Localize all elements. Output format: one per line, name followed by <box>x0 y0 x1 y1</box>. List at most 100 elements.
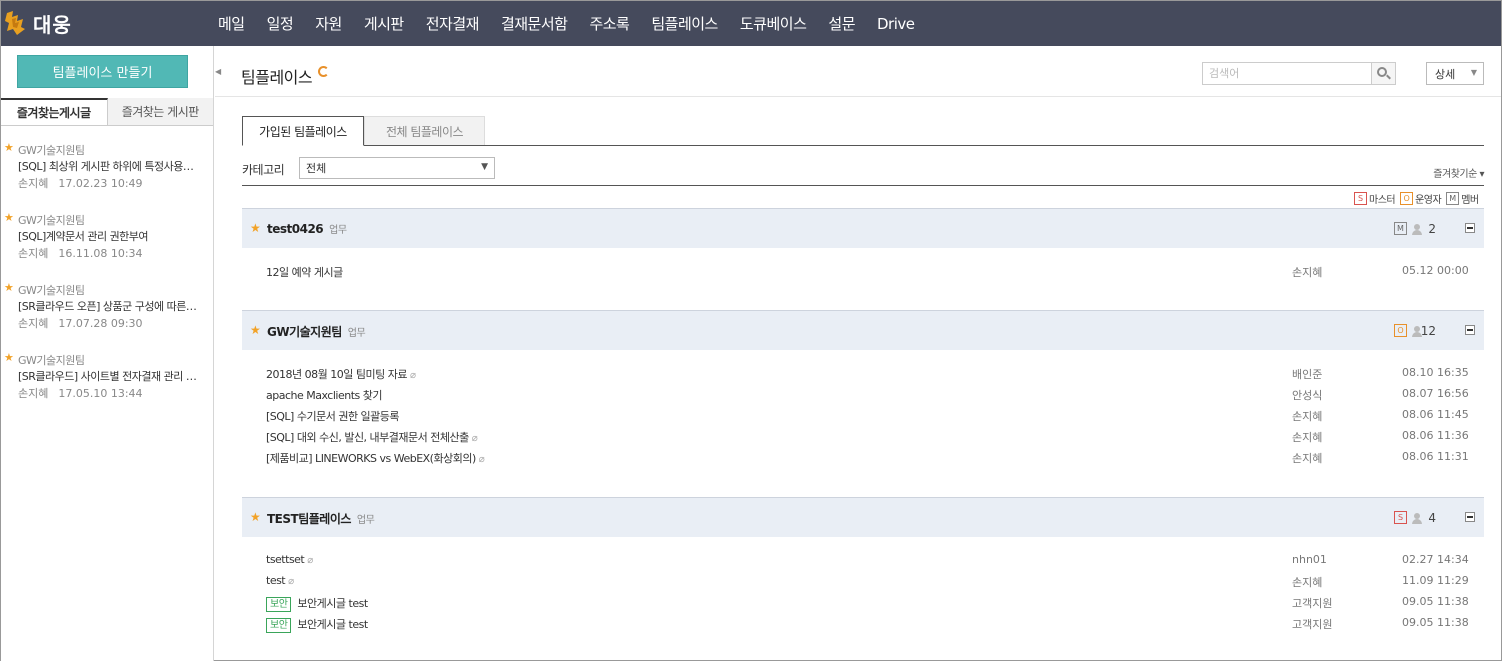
company-logo[interactable]: 대웅 <box>3 7 72 39</box>
star-icon[interactable]: ★ <box>250 510 261 524</box>
workspace-name[interactable]: test0426 업무 <box>267 221 347 236</box>
post-author: 안성식 <box>1292 389 1323 402</box>
list-item[interactable]: ★ GW기술지원팀 [SQL]계약문서 관리 권한부여 손지혜 16.11.08 … <box>1 208 213 278</box>
workspace-type: 업무 <box>356 515 375 526</box>
workspace-section: ★ GW기술지원팀 업무 O 12 2018년 08월 10일 팀미팅 자료 ⌀ 배… <box>242 310 1484 497</box>
star-icon[interactable]: ★ <box>4 211 14 224</box>
post-date: 08.06 11:36 <box>1402 429 1469 442</box>
list-item[interactable]: 보안 보안게시글 test 고객지원 09.05 11:38 <box>242 592 1484 613</box>
post-title[interactable]: [SQL] 대외 수신, 발신, 내부결재문서 전체산출 ⌀ <box>266 429 478 445</box>
post-author: 손지혜 <box>1292 452 1323 465</box>
workspace-name[interactable]: GW기술지원팀 업무 <box>267 323 366 340</box>
list-item[interactable]: test ⌀ 손지혜 11.09 11:29 <box>242 571 1484 592</box>
nav-teamplace[interactable]: 팀플레이스 <box>651 13 718 34</box>
search-input[interactable] <box>1203 63 1372 84</box>
star-icon[interactable]: ★ <box>4 281 14 294</box>
tab-joined-teamplace[interactable]: 가입된 팀플레이스 <box>242 116 364 146</box>
sort-label: 즐겨찾기순 <box>1433 169 1477 180</box>
list-item[interactable]: [SQL] 대외 수신, 발신, 내부결재문서 전체산출 ⌀ 손지혜 08.06 … <box>242 426 1484 447</box>
tab-favorite-posts[interactable]: 즐겨찾는게시글 <box>1 98 108 125</box>
fav-date: 17.07.28 09:30 <box>58 317 143 330</box>
chevron-down-icon: ▼ <box>481 162 488 172</box>
sort-dropdown[interactable]: 즐겨찾기순 ▾ <box>1433 165 1484 180</box>
star-icon[interactable]: ★ <box>4 141 14 154</box>
create-teamplace-button[interactable]: 팀플레이스 만들기 <box>17 55 188 88</box>
post-title[interactable]: test ⌀ <box>266 574 294 587</box>
post-title[interactable]: 보안 보안게시글 test <box>266 616 368 633</box>
nav-approval[interactable]: 전자결재 <box>426 13 480 34</box>
post-author: 손지혜 <box>1292 410 1323 423</box>
nav-board[interactable]: 게시판 <box>364 13 404 34</box>
collapse-icon[interactable] <box>1465 325 1475 335</box>
search-button[interactable] <box>1371 63 1395 84</box>
star-icon[interactable]: ★ <box>250 323 261 337</box>
list-item[interactable]: 2018년 08월 10일 팀미팅 자료 ⌀ 배인준 08.10 16:35 <box>242 363 1484 384</box>
nav-docubase[interactable]: 도큐베이스 <box>740 13 807 34</box>
workspace-header: ★ TEST팀플레이스 업무 S 4 <box>242 497 1484 537</box>
tab-favorite-boards[interactable]: 즐겨찾는 게시판 <box>107 98 213 125</box>
post-title[interactable]: 12일 예약 게시글 <box>266 264 343 280</box>
post-author: nhn01 <box>1292 553 1327 566</box>
nav-address-book[interactable]: 주소록 <box>589 13 629 34</box>
brand-name: 대웅 <box>33 12 72 37</box>
fav-post-title[interactable]: [SR클라우드 오픈] 상품군 구성에 따른 … <box>18 298 198 314</box>
list-item[interactable]: [제품비교] LINEWORKS vs WebEX(화상회의) ⌀ 손지혜 08.… <box>242 447 1484 468</box>
post-title[interactable]: 2018년 08월 10일 팀미팅 자료 ⌀ <box>266 366 416 382</box>
nav-schedule[interactable]: 일정 <box>267 13 294 34</box>
nav-mail[interactable]: 메일 <box>218 13 245 34</box>
member-badge-icon: M <box>1446 191 1460 205</box>
list-item[interactable]: 보안 보안게시글 test 고객지원 09.05 11:38 <box>242 613 1484 634</box>
post-author: 손지혜 <box>1292 266 1323 279</box>
collapse-icon[interactable] <box>1465 223 1475 233</box>
list-item[interactable]: ★ GW기술지원팀 [SR클라우드] 사이트별 전자결재 관리 … 손지혜 17.… <box>1 348 213 418</box>
workspace-name[interactable]: TEST팀플레이스 업무 <box>267 510 375 527</box>
fav-date: 16.11.08 10:34 <box>58 247 143 260</box>
favorites-tabs: 즐겨찾는게시글 즐겨찾는 게시판 <box>1 98 213 126</box>
post-title[interactable]: 보안 보안게시글 test <box>266 595 368 612</box>
top-navigation-bar: 대웅 메일 일정 자원 게시판 전자결재 결재문서함 주소록 팀플레이스 도큐베… <box>1 1 1501 46</box>
fav-date: 17.02.23 10:49 <box>58 177 143 190</box>
detail-label: 상세 <box>1435 67 1456 81</box>
refresh-icon[interactable] <box>318 66 329 77</box>
post-author: 고객지원 <box>1292 597 1333 610</box>
post-date: 08.10 16:35 <box>1402 366 1469 379</box>
post-title[interactable]: [SQL] 수기문서 권한 일괄등록 <box>266 408 400 424</box>
list-item[interactable]: ★ GW기술지원팀 [SQL] 최상위 게시판 하위에 특정사용자… 손지혜 17… <box>1 138 213 208</box>
post-date: 11.09 11:29 <box>1402 574 1469 587</box>
post-title[interactable]: tsettset ⌀ <box>266 553 313 566</box>
nav-resource[interactable]: 자원 <box>315 13 342 34</box>
collapse-icon[interactable] <box>1465 512 1475 522</box>
attachment-icon: ⌀ <box>471 433 478 444</box>
detail-search-dropdown[interactable]: 상세 ▼ <box>1426 62 1484 85</box>
list-item[interactable]: 12일 예약 게시글 손지혜 05.12 00:00 <box>242 261 1484 282</box>
secure-badge: 보안 <box>266 618 292 633</box>
master-badge-icon: S <box>1394 511 1407 524</box>
nav-approval-box[interactable]: 결재문서함 <box>501 13 568 34</box>
list-item[interactable]: tsettset ⌀ nhn01 02.27 14:34 <box>242 550 1484 571</box>
nav-drive[interactable]: Drive <box>877 15 915 33</box>
fav-post-title[interactable]: [SQL] 최상위 게시판 하위에 특정사용자… <box>18 158 198 174</box>
post-author: 손지혜 <box>1292 431 1323 444</box>
list-item[interactable]: [SQL] 수기문서 권한 일괄등록 손지혜 08.06 11:45 <box>242 405 1484 426</box>
search-box <box>1202 62 1396 85</box>
list-item[interactable]: apache Maxclients 찾기 안성식 08.07 16:56 <box>242 384 1484 405</box>
user-icon <box>1412 513 1422 524</box>
post-title[interactable]: apache Maxclients 찾기 <box>266 387 382 403</box>
attachment-icon: ⌀ <box>478 454 485 465</box>
tab-all-teamplace[interactable]: 전체 팀플레이스 <box>364 116 485 145</box>
fav-author: 손지혜 <box>18 317 49 330</box>
nav-survey[interactable]: 설문 <box>828 13 855 34</box>
star-icon[interactable]: ★ <box>250 221 261 235</box>
member-badge-icon: M <box>1394 222 1407 235</box>
post-title[interactable]: [제품비교] LINEWORKS vs WebEX(화상회의) ⌀ <box>266 450 485 466</box>
legend-member: 멤버 <box>1461 194 1479 206</box>
fav-meta: 손지혜 17.07.28 09:30 <box>18 315 153 331</box>
star-icon[interactable]: ★ <box>4 351 14 364</box>
page-title: 팀플레이스 <box>241 68 313 87</box>
fav-post-title[interactable]: [SR클라우드] 사이트별 전자결재 관리 … <box>18 368 198 384</box>
fav-author: 손지혜 <box>18 247 49 260</box>
category-select[interactable]: 전체 ▼ <box>299 157 495 179</box>
list-item[interactable]: ★ GW기술지원팀 [SR클라우드 오픈] 상품군 구성에 따른 … 손지혜 17… <box>1 278 213 348</box>
post-date: 08.06 11:45 <box>1402 408 1469 421</box>
fav-post-title[interactable]: [SQL]계약문서 관리 권한부여 <box>18 228 198 244</box>
